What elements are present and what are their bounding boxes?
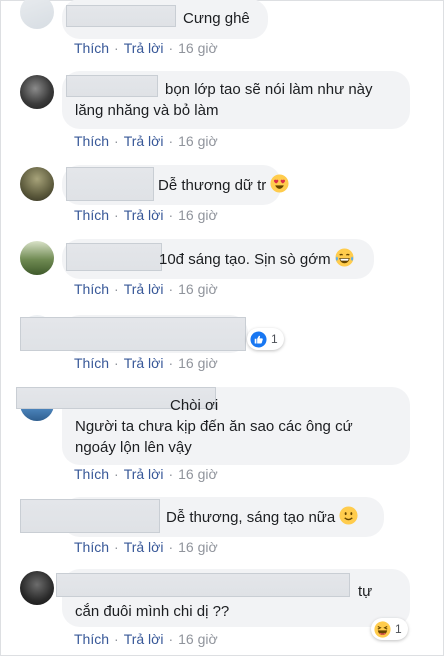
comment-actions: Thích · Trả lời · 16 giờ (74, 133, 218, 149)
like-link[interactable]: Thích (74, 539, 109, 555)
comment-actions: Thích · Trả lời · 16 giờ (74, 631, 218, 647)
separator: · (168, 207, 174, 223)
comment-bubble: Dễ thương dữ tr (62, 165, 289, 205)
like-link[interactable]: Thích (74, 281, 109, 297)
comment-bubble: tự cắn đuôi mình chi dị ?? (56, 569, 410, 627)
comment-text: Chòi ơi (170, 397, 219, 414)
comment-text: cắn đuôi mình chi dị ?? (75, 603, 230, 620)
reply-link[interactable]: Trả lời (124, 631, 164, 647)
comment-text: tự (358, 583, 373, 600)
reply-link[interactable]: Trả lời (124, 281, 164, 297)
timestamp[interactable]: 16 giờ (178, 539, 218, 555)
comment-text-content: Dễ thương, sáng tạo nữa (166, 509, 336, 526)
timestamp[interactable]: 16 giờ (178, 207, 218, 223)
separator: · (168, 539, 174, 555)
redacted-name (66, 75, 158, 97)
redacted-name (56, 573, 350, 597)
timestamp[interactable]: 16 giờ (178, 355, 218, 371)
avatar[interactable] (20, 571, 54, 605)
timestamp[interactable]: 16 giờ (178, 281, 218, 297)
comment-actions: Thích · Trả lời · 16 giờ (74, 355, 218, 371)
comment-actions: Thích · Trả lời · 16 giờ (74, 539, 218, 555)
comment-bubble (20, 315, 248, 353)
separator: · (168, 355, 174, 371)
separator: · (114, 631, 119, 647)
comment-text: Cưng ghê (183, 10, 250, 27)
timestamp[interactable]: 16 giờ (178, 466, 218, 482)
like-link[interactable]: Thích (74, 207, 109, 223)
separator: · (114, 281, 119, 297)
comment-actions: Thích · Trả lời · 16 giờ (74, 466, 218, 482)
comment-actions: Thích · Trả lời · 16 giờ (74, 207, 218, 223)
redacted-name (20, 317, 246, 351)
comment-bubble: Chòi ơi Người ta chưa kịp đến ăn sao các… (16, 387, 410, 465)
comment-text: bọn lớp tao sẽ nói làm như này (165, 81, 373, 98)
comment-text: lăng nhăng và bỏ làm (75, 102, 219, 119)
separator: · (114, 355, 119, 371)
separator: · (114, 40, 119, 56)
reply-link[interactable]: Trả lời (124, 207, 164, 223)
avatar[interactable] (20, 0, 54, 29)
redacted-name (66, 243, 162, 271)
comment-text: 10đ sáng tạo. Sịn sò gớm (159, 248, 354, 270)
separator: · (168, 281, 174, 297)
comment-bubble: Dễ thương, sáng tạo nữa (20, 497, 384, 537)
separator: · (168, 40, 174, 56)
reaction-badge[interactable]: 1 (247, 328, 284, 350)
reply-link[interactable]: Trả lời (124, 133, 164, 149)
separator: · (114, 539, 119, 555)
comment-text: Người ta chưa kịp đến ăn sao các ông cứ (75, 418, 353, 435)
comment-text: Dễ thương, sáng tạo nữa (166, 506, 358, 528)
comment-text-content: Dễ thương dữ tr (158, 177, 267, 194)
comments-panel: Cưng ghê Thích · Trả lời · 16 giờ bọn lớp ta… (0, 0, 444, 656)
reply-link[interactable]: Trả lời (124, 40, 164, 56)
like-link[interactable]: Thích (74, 631, 109, 647)
comment-actions: Thích · Trả lời · 16 giờ (74, 40, 218, 56)
tears-of-joy-emoji (335, 248, 354, 267)
comment-bubble: bọn lớp tao sẽ nói làm như này lăng nhăn… (62, 71, 410, 129)
like-link[interactable]: Thích (74, 466, 109, 482)
like-link[interactable]: Thích (74, 133, 109, 149)
like-link[interactable]: Thích (74, 355, 109, 371)
separator: · (168, 133, 174, 149)
avatar[interactable] (20, 75, 54, 109)
reply-link[interactable]: Trả lời (124, 466, 164, 482)
reply-link[interactable]: Trả lời (124, 539, 164, 555)
redacted-name (20, 499, 160, 533)
comment-text-content: 10đ sáng tạo. Sịn sò gớm (159, 251, 331, 268)
heart-eyes-emoji (270, 174, 289, 193)
smiling-emoji (339, 506, 358, 525)
like-link[interactable]: Thích (74, 40, 109, 56)
comment-text: Dễ thương dữ tr (158, 174, 289, 196)
reaction-count: 1 (395, 622, 402, 636)
comment-bubble: Cưng ghê (62, 0, 268, 39)
separator: · (168, 466, 174, 482)
separator: · (114, 133, 119, 149)
separator: · (114, 466, 119, 482)
comment-actions: Thích · Trả lời · 16 giờ (74, 281, 218, 297)
reaction-badge[interactable]: 1 (371, 618, 408, 640)
like-reaction-icon (250, 330, 267, 348)
reply-link[interactable]: Trả lời (124, 355, 164, 371)
separator: · (114, 207, 119, 223)
haha-reaction-icon (374, 620, 391, 638)
timestamp[interactable]: 16 giờ (178, 631, 218, 647)
redacted-name (66, 167, 154, 201)
avatar[interactable] (20, 167, 54, 201)
redacted-name (66, 5, 176, 27)
timestamp[interactable]: 16 giờ (178, 40, 218, 56)
comment-bubble: 10đ sáng tạo. Sịn sò gớm (62, 239, 374, 279)
avatar[interactable] (20, 241, 54, 275)
timestamp[interactable]: 16 giờ (178, 133, 218, 149)
reaction-count: 1 (271, 332, 278, 346)
comment-text: ngoáy lộn lên vậy (75, 439, 192, 456)
separator: · (168, 631, 174, 647)
